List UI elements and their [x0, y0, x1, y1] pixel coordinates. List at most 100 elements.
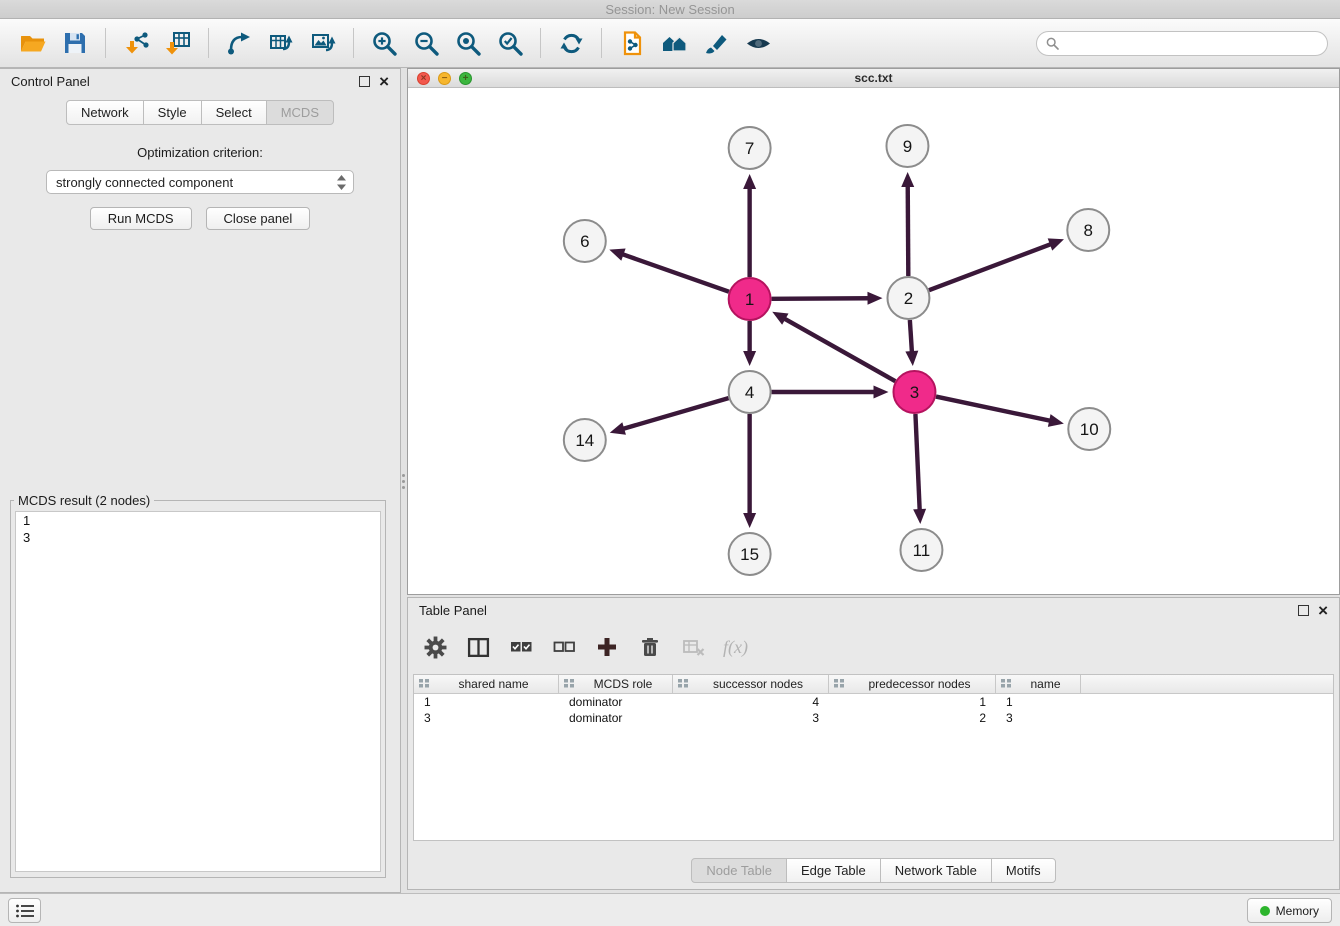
- network-document-button[interactable]: [611, 23, 653, 63]
- table-settings-button[interactable]: [422, 634, 448, 660]
- tab-edge-table[interactable]: Edge Table: [786, 858, 881, 883]
- import-network-button[interactable]: [115, 23, 157, 63]
- column-header-predecessor-nodes[interactable]: predecessor nodes: [829, 675, 996, 693]
- memory-label: Memory: [1276, 904, 1319, 918]
- close-window-icon[interactable]: ×: [417, 72, 430, 85]
- edge-2-8[interactable]: [929, 243, 1053, 290]
- add-column-button[interactable]: [594, 634, 620, 660]
- zoom-selected-button[interactable]: [489, 23, 531, 63]
- close-panel-icon[interactable]: ×: [1318, 605, 1328, 616]
- column-header-shared-name[interactable]: shared name: [414, 675, 559, 693]
- edge-3-10[interactable]: [936, 397, 1052, 422]
- edge-2-9[interactable]: [908, 184, 909, 276]
- optimization-criterion-label: Optimization criterion:: [0, 145, 400, 160]
- show-column-panel-button[interactable]: [465, 634, 491, 660]
- zoom-in-button[interactable]: [363, 23, 405, 63]
- toolbar-separator: [105, 28, 106, 58]
- column-header-successor-nodes[interactable]: successor nodes: [673, 675, 829, 693]
- graph-node-7[interactable]: 7: [729, 127, 771, 169]
- column-header-MCDS-role[interactable]: MCDS role: [559, 675, 673, 693]
- edge-arrowhead: [743, 513, 756, 528]
- new-network-button[interactable]: [218, 23, 260, 63]
- network-canvas[interactable]: 7 9 6 8 1 2 4 3 14 10 15 11: [408, 88, 1339, 594]
- graph-node-15[interactable]: 15: [729, 533, 771, 575]
- table-row[interactable]: 3dominator323: [414, 710, 1333, 726]
- tab-network[interactable]: Network: [66, 100, 144, 125]
- document-share-icon: [619, 30, 646, 57]
- table-cell: 3: [996, 710, 1081, 726]
- import-table-icon: [165, 30, 192, 57]
- minimize-window-icon[interactable]: −: [438, 72, 451, 85]
- run-mcds-button[interactable]: Run MCDS: [90, 207, 192, 230]
- memory-button[interactable]: Memory: [1247, 898, 1332, 923]
- edge-arrowhead: [743, 174, 756, 189]
- zoom-out-button[interactable]: [405, 23, 447, 63]
- tab-select[interactable]: Select: [201, 100, 267, 125]
- graph-node-2[interactable]: 2: [887, 277, 929, 319]
- edge-arrowhead: [901, 172, 914, 187]
- edge-1-6[interactable]: [621, 254, 729, 292]
- graph-node-1[interactable]: 1: [729, 278, 771, 320]
- edge-3-1[interactable]: [783, 318, 896, 382]
- float-panel-icon[interactable]: [359, 76, 370, 87]
- toolbar-separator: [601, 28, 602, 58]
- apply-style-button[interactable]: [695, 23, 737, 63]
- float-panel-icon[interactable]: [1298, 605, 1309, 616]
- graph-node-14[interactable]: 14: [564, 419, 606, 461]
- graph-node-8[interactable]: 8: [1067, 209, 1109, 251]
- save-session-button[interactable]: [54, 23, 96, 63]
- criterion-select[interactable]: strongly connected component: [46, 170, 354, 194]
- graph-node-6[interactable]: 6: [564, 220, 606, 262]
- tab-network-table[interactable]: Network Table: [880, 858, 992, 883]
- node-label: 4: [745, 383, 754, 402]
- maximize-window-icon[interactable]: +: [459, 72, 472, 85]
- fx-icon: f(x): [723, 637, 748, 658]
- toggle-visibility-button[interactable]: [737, 23, 779, 63]
- graph-node-4[interactable]: 4: [729, 371, 771, 413]
- edge-3-11[interactable]: [915, 414, 919, 512]
- table-toolbar: f(x): [414, 625, 1333, 669]
- deselect-all-button[interactable]: [551, 634, 577, 660]
- graph-node-9[interactable]: 9: [886, 125, 928, 167]
- tab-node-table[interactable]: Node Table: [691, 858, 787, 883]
- column-header-name[interactable]: name: [996, 675, 1081, 693]
- close-panel-button[interactable]: Close panel: [206, 207, 311, 230]
- export-image-button[interactable]: [302, 23, 344, 63]
- table-row[interactable]: 1dominator411: [414, 694, 1333, 710]
- select-all-button[interactable]: [508, 634, 534, 660]
- toolbar-separator: [353, 28, 354, 58]
- delete-rows-button[interactable]: [637, 634, 663, 660]
- column-grid-icon: [564, 677, 574, 691]
- mcds-result-title: MCDS result (2 nodes): [14, 493, 154, 508]
- graph-node-3[interactable]: 3: [893, 371, 935, 413]
- tab-style[interactable]: Style: [143, 100, 202, 125]
- graph-node-11[interactable]: 11: [900, 529, 942, 571]
- show-networks-button[interactable]: [653, 23, 695, 63]
- zoom-fit-icon: [455, 30, 482, 57]
- network-view-window: × − + scc.txt 7 9 6 8 1 2 4 3 14 10 15 11: [407, 68, 1340, 595]
- search-input[interactable]: [1064, 36, 1318, 51]
- node-label: 7: [745, 139, 754, 158]
- mcds-result-list[interactable]: 13: [15, 511, 381, 872]
- edge-4-14[interactable]: [621, 398, 728, 429]
- criterion-selected-value: strongly connected component: [56, 175, 233, 190]
- edge-1-2[interactable]: [772, 298, 871, 299]
- panel-toggle-button[interactable]: [8, 898, 41, 923]
- network-window-titlebar[interactable]: × − + scc.txt: [408, 69, 1339, 88]
- search-field[interactable]: [1036, 31, 1328, 56]
- mcds-result-item[interactable]: 3: [16, 529, 380, 546]
- mcds-result-item[interactable]: 1: [16, 512, 380, 529]
- refresh-layout-icon: [558, 30, 585, 57]
- panel-divider-grip[interactable]: [401, 468, 406, 494]
- tab-motifs[interactable]: Motifs: [991, 858, 1056, 883]
- graph-node-10[interactable]: 10: [1068, 408, 1110, 450]
- edge-2-3[interactable]: [910, 320, 912, 354]
- toolbar-separator: [540, 28, 541, 58]
- zoom-fit-button[interactable]: [447, 23, 489, 63]
- tab-mcds[interactable]: MCDS: [266, 100, 334, 125]
- export-table-button[interactable]: [260, 23, 302, 63]
- open-session-button[interactable]: [12, 23, 54, 63]
- import-table-button[interactable]: [157, 23, 199, 63]
- close-panel-icon[interactable]: ×: [379, 76, 389, 87]
- apply-layout-button[interactable]: [550, 23, 592, 63]
